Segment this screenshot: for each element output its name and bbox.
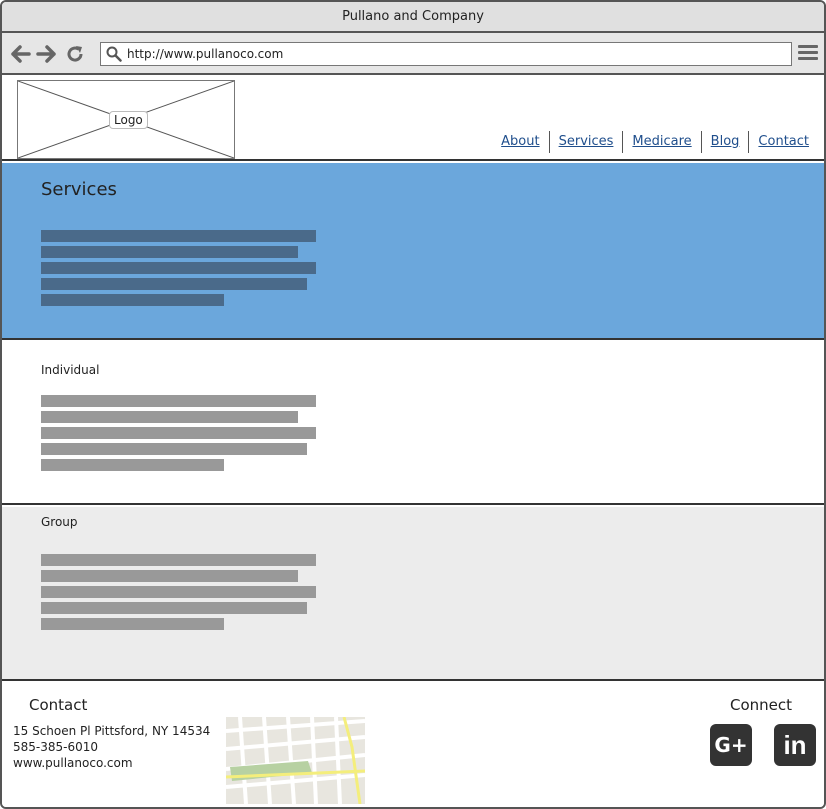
services-section: Services — [2, 163, 824, 340]
contact-phone: 585-385-6010 — [13, 740, 99, 754]
contact-address: 15 Schoen Pl Pittsford, NY 14534 — [13, 724, 211, 738]
group-title: Group — [41, 515, 78, 529]
forward-arrow-icon[interactable] — [35, 43, 57, 65]
services-text-placeholder — [41, 230, 316, 310]
site-footer: Contact 15 Schoen Pl Pittsford, NY 14534… — [2, 683, 824, 807]
individual-title: Individual — [41, 363, 100, 377]
nav-about[interactable]: About — [492, 133, 548, 151]
nav-blog[interactable]: Blog — [702, 133, 749, 151]
search-icon — [106, 46, 122, 66]
window-titlebar: Pullano and Company — [2, 2, 824, 33]
hamburger-menu-icon[interactable] — [798, 45, 818, 63]
address-bar[interactable]: http://www.pullanoco.com — [100, 42, 792, 66]
nav-services[interactable]: Services — [550, 133, 623, 151]
window-title: Pullano and Company — [342, 9, 484, 24]
group-text-placeholder — [41, 554, 316, 634]
contact-website[interactable]: www.pullanoco.com — [13, 755, 210, 771]
address-url: http://www.pullanoco.com — [127, 47, 284, 61]
reload-icon[interactable] — [64, 43, 86, 65]
connect-title: Connect — [730, 696, 793, 714]
google-plus-label: G+ — [714, 733, 748, 757]
browser-toolbar: http://www.pullanoco.com — [2, 33, 824, 75]
services-title: Services — [41, 179, 117, 200]
nav-medicare[interactable]: Medicare — [623, 133, 700, 151]
main-nav: About Services Medicare Blog Contact — [492, 131, 818, 153]
linkedin-label: in — [783, 729, 807, 760]
logo-label: Logo — [109, 111, 148, 129]
browser-window: Pullano and Company http://www.pullanoco… — [0, 0, 826, 809]
linkedin-icon[interactable]: in — [774, 724, 816, 766]
contact-title: Contact — [29, 696, 88, 714]
individual-text-placeholder — [41, 395, 316, 475]
site-header: Logo About Services Medicare Blog Contac… — [2, 77, 824, 161]
individual-section: Individual — [2, 342, 824, 505]
nav-contact[interactable]: Contact — [749, 133, 818, 151]
contact-details: 15 Schoen Pl Pittsford, NY 14534 585-385… — [13, 723, 210, 771]
google-plus-icon[interactable]: G+ — [710, 724, 752, 766]
logo-placeholder: Logo — [17, 80, 235, 159]
back-arrow-icon[interactable] — [10, 43, 32, 65]
map-thumbnail[interactable] — [226, 717, 365, 804]
group-section: Group — [2, 507, 824, 681]
